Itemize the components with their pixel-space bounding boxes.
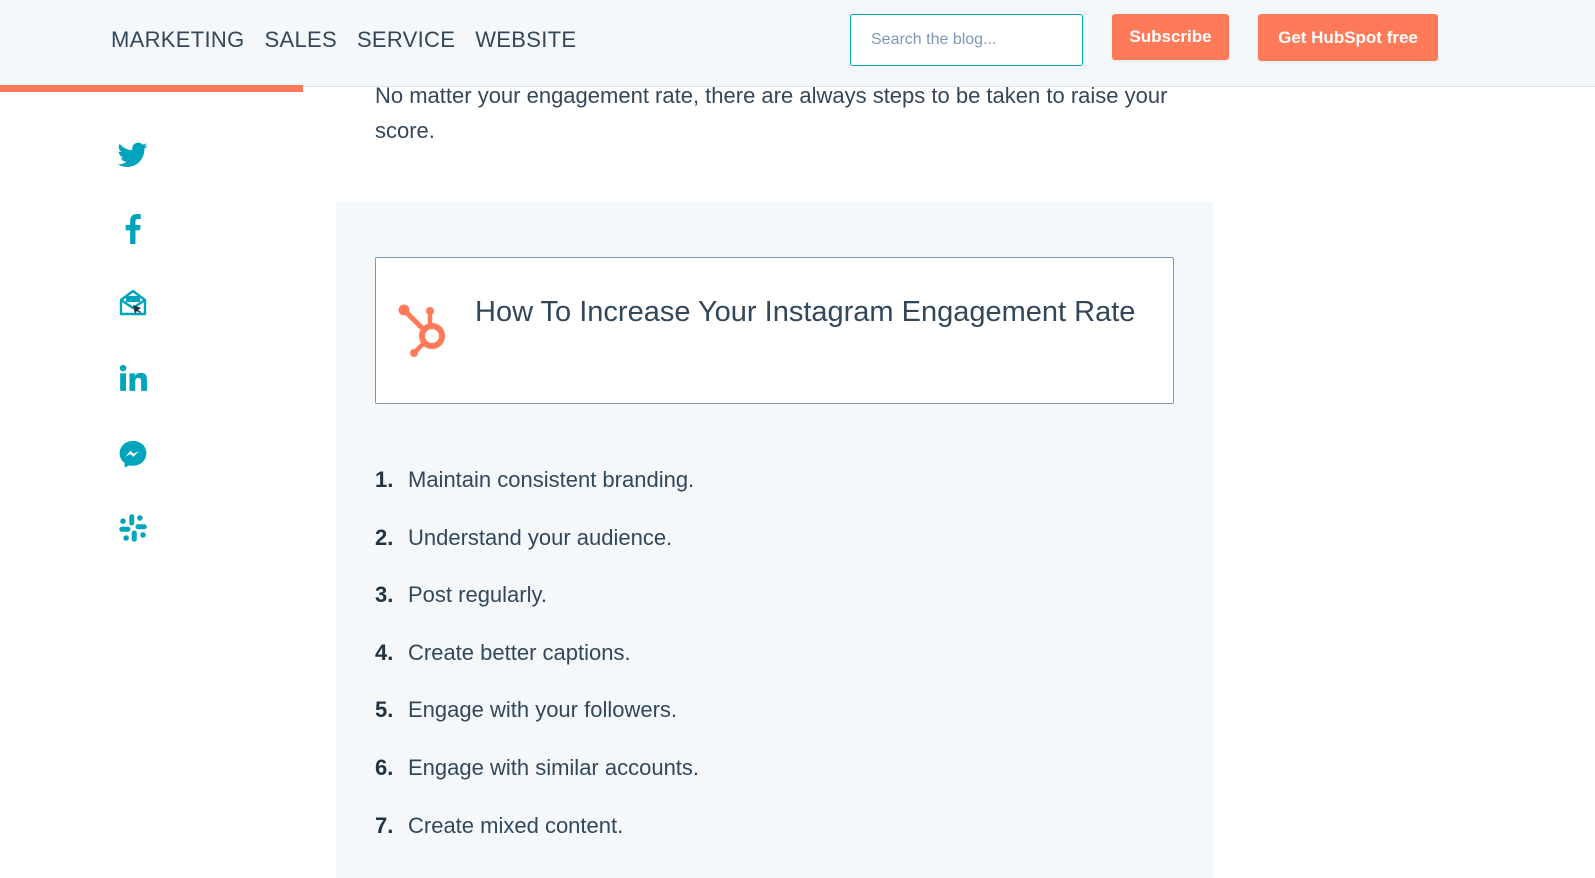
nav-item-sales[interactable]: SALES	[265, 26, 337, 54]
nav-item-marketing[interactable]: MARKETING	[111, 26, 245, 54]
howto-title-card: How To Increase Your Instagram Engagemen…	[375, 257, 1174, 404]
howto-title: How To Increase Your Instagram Engagemen…	[475, 296, 1136, 328]
step-number: 4.	[375, 639, 394, 665]
step-text: Engage with similar accounts.	[408, 754, 700, 780]
facebook-icon	[125, 214, 141, 244]
list-item: 5. Engage with your followers.	[375, 697, 699, 755]
list-item: 2. Understand your audience.	[375, 525, 699, 583]
blog-search	[850, 14, 1083, 66]
messenger-share-button[interactable]	[116, 437, 150, 471]
twitter-share-button[interactable]	[116, 138, 150, 172]
facebook-share-button[interactable]	[116, 212, 150, 246]
step-number: 5.	[375, 697, 394, 723]
slack-share-button[interactable]	[116, 511, 150, 545]
step-text: Create better captions.	[408, 639, 631, 665]
step-text: Create mixed content.	[408, 812, 624, 838]
howto-steps-list: 1. Maintain consistent branding. 2. Unders…	[375, 467, 699, 870]
get-hubspot-free-button[interactable]: Get HubSpot free	[1258, 14, 1438, 61]
messenger-icon	[119, 440, 147, 468]
email-share-button[interactable]	[116, 286, 150, 320]
step-text: Understand your audience.	[408, 524, 673, 550]
step-number: 1.	[375, 467, 394, 492]
step-text: Post regularly.	[408, 582, 547, 608]
step-number: 3.	[375, 582, 394, 608]
step-number: 6.	[375, 754, 394, 780]
step-text: Maintain consistent branding.	[408, 467, 695, 492]
article-intro-paragraph: No matter your engagement rate, there ar…	[375, 83, 1168, 143]
linkedin-icon	[119, 364, 147, 391]
hubspot-sprocket-icon	[398, 304, 445, 357]
list-item: 7. Create mixed content.	[375, 813, 699, 871]
twitter-icon	[118, 142, 148, 167]
list-item: 4. Create better captions.	[375, 640, 699, 698]
linkedin-share-button[interactable]	[116, 361, 150, 395]
nav-item-service[interactable]: SERVICE	[357, 26, 455, 54]
step-text: Engage with your followers.	[408, 697, 678, 723]
subscribe-button[interactable]: Subscribe	[1112, 14, 1229, 60]
step-number: 2.	[375, 524, 394, 550]
howto-callout: How To Increase Your Instagram Engagemen…	[336, 202, 1213, 878]
email-icon	[119, 289, 147, 316]
list-item: 6. Engage with similar accounts.	[375, 755, 699, 813]
nav-item-website[interactable]: WEBSITE	[475, 26, 576, 54]
list-item: 1. Maintain consistent branding.	[375, 467, 699, 525]
search-input[interactable]	[851, 15, 1082, 65]
list-item: 3. Post regularly.	[375, 582, 699, 640]
slack-icon	[119, 514, 147, 542]
reading-progress-bar	[0, 85, 304, 92]
step-number: 7.	[375, 812, 394, 838]
main-nav: MARKETING SALES SERVICE WEBSITE	[111, 26, 576, 54]
site-header: MARKETING SALES SERVICE WEBSITE Subscrib…	[0, 0, 1595, 87]
